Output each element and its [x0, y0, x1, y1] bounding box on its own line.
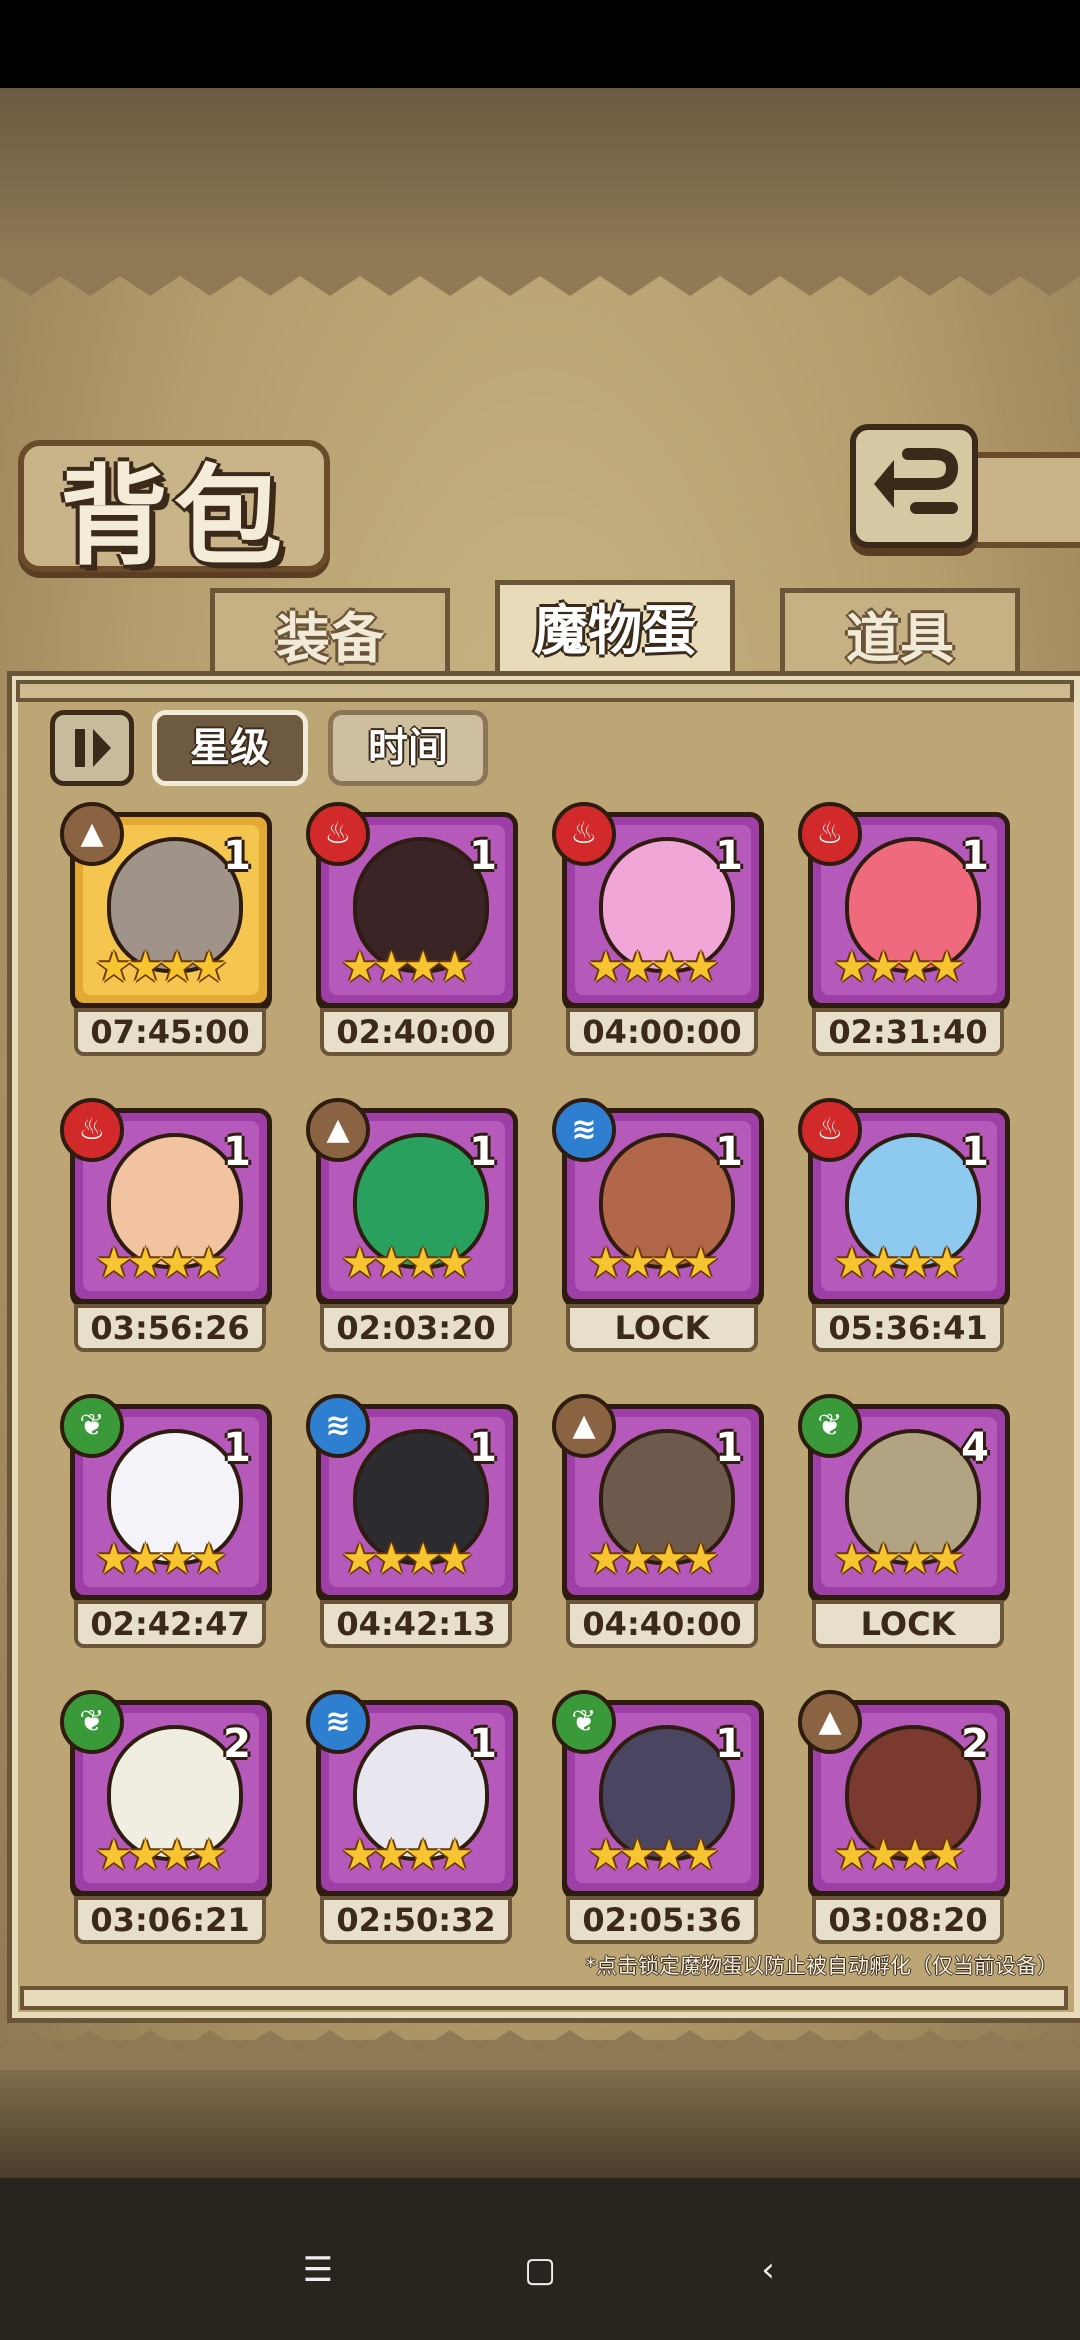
hatch-timer: 04:40:00: [566, 1600, 758, 1648]
egg-count: 2: [223, 1721, 251, 1767]
hatch-timer: 07:45:00: [74, 1008, 266, 1056]
star-rating: ★★★★: [587, 1830, 720, 1879]
hatch-timer: 03:56:26: [74, 1304, 266, 1352]
star-rating: ★★★★: [833, 1830, 966, 1879]
back-icon[interactable]: ‹: [748, 2250, 788, 2290]
egg-count: 1: [715, 1721, 743, 1767]
sort-by-time-button[interactable]: 时间: [328, 710, 488, 786]
grass-element-icon: ❦: [552, 1690, 616, 1754]
sort-by-star-button[interactable]: 星级: [152, 710, 308, 786]
star-rating: ★★★★: [587, 942, 720, 991]
egg-count: 1: [223, 1425, 251, 1471]
hatch-timer: LOCK: [566, 1304, 758, 1352]
star-rating: ★★★★: [341, 1534, 474, 1583]
tab-track: [16, 680, 1074, 702]
menu-icon[interactable]: ☰: [298, 2250, 338, 2290]
pause-icon: [75, 729, 111, 767]
water-element-icon: ≋: [306, 1394, 370, 1458]
star-rating: ★★★★: [95, 1830, 228, 1879]
hatch-timer: 03:06:21: [74, 1896, 266, 1944]
tab-equipment[interactable]: 装备: [210, 588, 450, 685]
star-rating: ★★★★: [833, 942, 966, 991]
earth-element-icon: ▲: [306, 1098, 370, 1162]
water-element-icon: ≋: [306, 1690, 370, 1754]
fire-element-icon: ♨: [798, 1098, 862, 1162]
hatch-timer: 02:42:47: [74, 1600, 266, 1648]
top-zigzag: [0, 256, 1080, 296]
earth-element-icon: ▲: [798, 1690, 862, 1754]
return-icon: [874, 448, 959, 514]
star-rating: ★★★★: [341, 942, 474, 991]
tab-items[interactable]: 道具: [780, 588, 1020, 685]
hatch-timer: 02:03:20: [320, 1304, 512, 1352]
star-rating: ★★★★: [95, 942, 228, 991]
grass-element-icon: ❦: [60, 1690, 124, 1754]
star-rating: ★★★★: [587, 1238, 720, 1287]
tab-monster-egg[interactable]: 魔物蛋: [495, 580, 735, 687]
earth-element-icon: ▲: [60, 802, 124, 866]
hatch-timer: 02:05:36: [566, 1896, 758, 1944]
egg-count: 2: [961, 1721, 989, 1767]
egg-count: 1: [223, 1129, 251, 1175]
back-rail: [960, 452, 1080, 548]
earth-element-icon: ▲: [552, 1394, 616, 1458]
water-element-icon: ≋: [552, 1098, 616, 1162]
star-rating: ★★★★: [341, 1238, 474, 1287]
panel-bottom-bar: [20, 1986, 1068, 2010]
status-bar: [0, 0, 1080, 88]
hatch-timer: 04:00:00: [566, 1008, 758, 1056]
fire-element-icon: ♨: [60, 1098, 124, 1162]
grass-element-icon: ❦: [798, 1394, 862, 1458]
egg-count: 1: [469, 1129, 497, 1175]
hatch-timer: 02:31:40: [812, 1008, 1004, 1056]
hatch-timer: LOCK: [812, 1600, 1004, 1648]
egg-count: 1: [715, 1425, 743, 1471]
egg-count: 1: [223, 833, 251, 879]
egg-count: 1: [961, 1129, 989, 1175]
egg-count: 1: [469, 1425, 497, 1471]
star-rating: ★★★★: [587, 1534, 720, 1583]
hatch-timer: 03:08:20: [812, 1896, 1004, 1944]
footer-note: *点击锁定魔物蛋以防止被自动孵化（仅当前设备）: [585, 1954, 1059, 1978]
egg-count: 1: [715, 1129, 743, 1175]
star-rating: ★★★★: [833, 1238, 966, 1287]
fire-element-icon: ♨: [798, 802, 862, 866]
hatch-timer: 05:36:41: [812, 1304, 1004, 1352]
pause-button[interactable]: [50, 710, 134, 786]
hatch-timer: 02:50:32: [320, 1896, 512, 1944]
page-title: 背包: [60, 454, 289, 580]
grass-element-icon: ❦: [60, 1394, 124, 1458]
top-banner: [0, 88, 1080, 258]
fire-element-icon: ♨: [306, 802, 370, 866]
bottom-zigzag: [0, 2030, 1080, 2070]
egg-count: 1: [469, 1721, 497, 1767]
star-rating: ★★★★: [833, 1534, 966, 1583]
hatch-timer: 02:40:00: [320, 1008, 512, 1056]
egg-count: 4: [961, 1425, 989, 1471]
star-rating: ★★★★: [95, 1238, 228, 1287]
fire-element-icon: ♨: [552, 802, 616, 866]
egg-count: 1: [469, 833, 497, 879]
star-rating: ★★★★: [95, 1534, 228, 1583]
egg-count: 1: [715, 833, 743, 879]
hatch-timer: 04:42:13: [320, 1600, 512, 1648]
return-button[interactable]: [850, 424, 978, 548]
egg-count: 1: [961, 833, 989, 879]
star-rating: ★★★★: [341, 1830, 474, 1879]
home-icon[interactable]: ▢: [520, 2250, 560, 2290]
